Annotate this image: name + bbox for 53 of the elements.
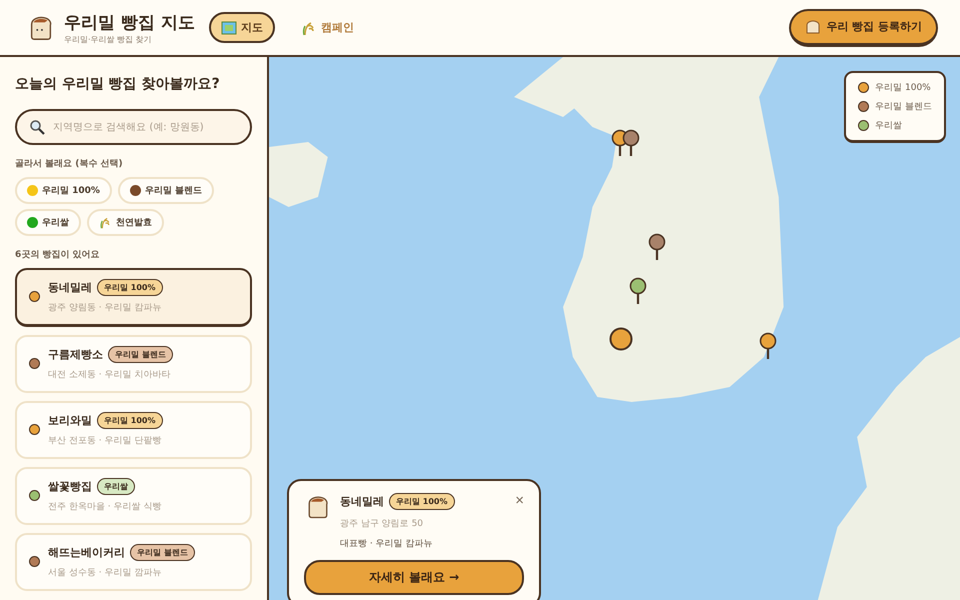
popup-address: 광주 남구 양림로 50 [340,518,424,530]
shop-card[interactable]: 동네밀레 우리밀 100% 광주 양림동 · 우리밀 캄파뉴 [15,268,252,327]
shop-card[interactable]: 쌀꽃빵집 우리쌀 전주 한옥마을 · 우리쌀 식빵 [15,467,252,525]
bread-icon [805,18,822,34]
map-pin[interactable] [648,233,666,261]
wheat-icon [99,216,112,229]
close-button[interactable]: × [515,493,524,508]
search-field[interactable]: 지역명으로 검색해요 (예: 망원동) [51,120,235,134]
app-subtitle: 우리밀·우리쌀 빵집 찾기 [64,34,153,44]
map-icon [220,20,237,34]
shop-detail: 서울 성수동 · 우리밀 깜파뉴 [48,567,162,579]
filter-chip[interactable]: 우리쌀 [15,209,81,236]
category-tag: 우리밀 100% [97,412,162,429]
map-area[interactable]: 우리밀 100% 우리밀 블렌드 우리쌀 동네밀레 우리밀 100% 광주 남구 양림로 50 대표빵 · 우리밀 캄파뉴 × 자세히 볼래요 → [269,57,960,600]
map-pin[interactable] [622,129,640,157]
shop-detail: 광주 양림동 · 우리밀 캄파뉴 [48,302,162,314]
category-tag: 우리쌀 [97,478,135,495]
map-pin[interactable] [759,332,777,360]
shop-card[interactable]: 해뜨는베이커리 우리밀 블렌드 서울 성수동 · 우리밀 깜파뉴 [15,533,252,591]
sidebar-heading: 오늘의 우리밀 빵집 찾아볼까요? [15,75,221,93]
legend-label: 우리밀 블렌드 [875,101,932,113]
wheat-icon [300,20,317,36]
category-tag: 우리밀 블렌드 [130,544,195,561]
popup-signature: 대표빵 · 우리밀 캄파뉴 [340,538,434,550]
filter-chip[interactable]: 천연발효 [87,209,164,236]
shop-name: 해뜨는베이커리 [48,545,125,560]
register-button[interactable]: 우리 빵집 등록하기 [789,8,938,46]
map-pin[interactable] [629,277,647,305]
shop-card[interactable]: 구름제빵소 우리밀 블렌드 대전 소제동 · 우리밀 치아바타 [15,335,252,393]
shop-name: 쌀꽃빵집 [48,479,92,494]
shop-name: 동네밀레 [48,280,92,295]
shop-name: 구름제빵소 [48,347,103,362]
filter-label: 골라서 볼래요 (복수 선택) [15,158,124,170]
category-tag: 우리밀 100% [389,493,454,510]
details-button[interactable]: 자세히 볼래요 → [304,560,524,595]
nav-tab[interactable]: 지도 [208,12,275,43]
nav-tab[interactable]: 캠페인 [288,12,366,44]
legend-label: 우리밀 100% [875,82,931,94]
category-tag: 우리밀 블렌드 [108,346,173,363]
shop-detail: 대전 소제동 · 우리밀 치아바타 [48,369,172,381]
category-tag: 우리밀 100% [97,279,162,296]
filter-chip[interactable]: 우리밀 블렌드 [118,177,214,204]
popup-shop-name: 동네밀레 [340,494,384,509]
shop-name: 보리와밀 [48,413,92,428]
result-count: 6곳의 빵집이 있어요 [15,249,101,261]
shop-detail: 전주 한옥마을 · 우리쌀 식빵 [48,501,162,513]
search-bar[interactable]: 지역명으로 검색해요 (예: 망원동) [15,109,252,145]
legend-label: 우리쌀 [875,120,902,132]
shop-card[interactable]: 보리와밀 우리밀 100% 부산 전포동 · 우리밀 단팥빵 [15,401,252,459]
search-icon [29,119,45,135]
app-title: 우리밀 빵집 지도 [64,12,195,34]
shop-detail: 부산 전포동 · 우리밀 단팥빵 [48,435,162,447]
filter-chip[interactable]: 우리밀 100% [15,177,112,204]
